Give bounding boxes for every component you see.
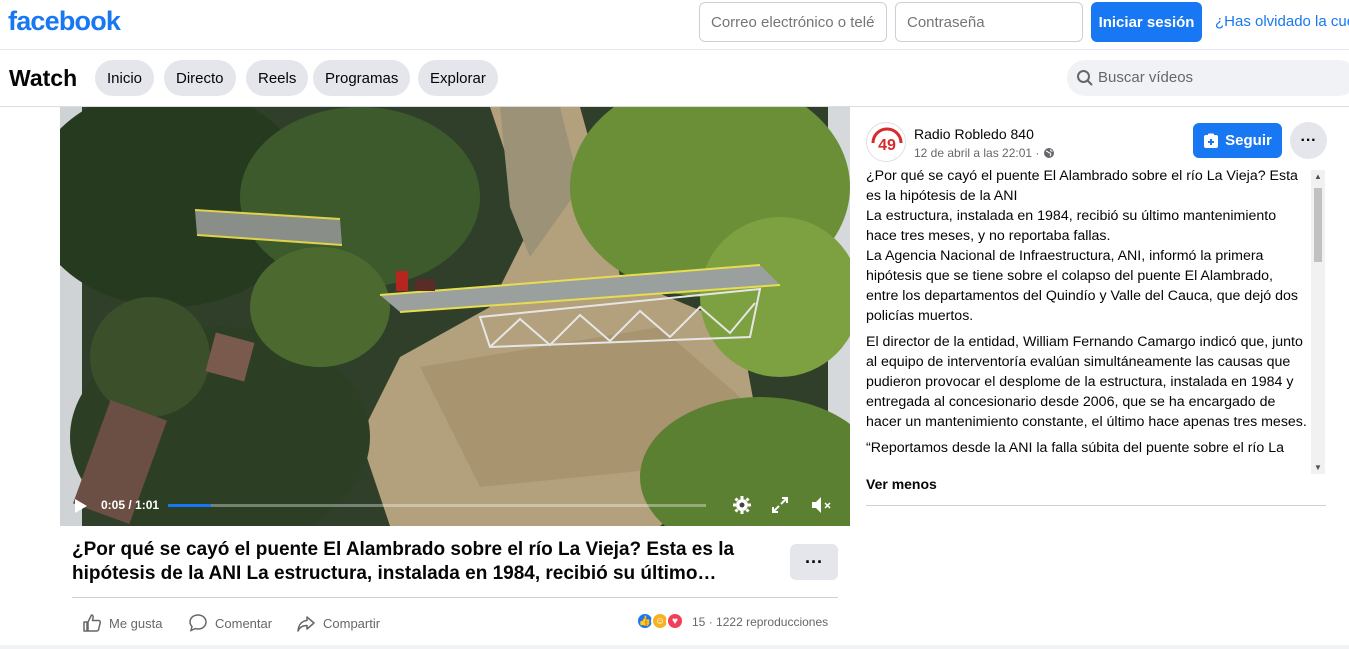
search-input[interactable]: Buscar vídeos — [1067, 60, 1349, 96]
description-paragraph: El director de la entidad, William Ferna… — [866, 334, 1307, 430]
see-less-link[interactable]: Ver menos — [866, 476, 937, 492]
globe-icon — [1044, 148, 1055, 158]
share-label: Compartir — [323, 615, 381, 631]
search-placeholder: Buscar vídeos — [1098, 69, 1194, 86]
avatar-text: 49 — [878, 137, 896, 154]
watch-nav: Watch Inicio Directo Reels Programas Exp… — [0, 51, 1349, 107]
watch-title: Watch — [9, 65, 78, 91]
page-avatar[interactable]: 49 — [866, 122, 906, 162]
like-label: Me gusta — [109, 615, 163, 631]
post-more-button[interactable]: ··· — [790, 544, 838, 580]
love-reaction-icon: ♥ — [666, 612, 684, 630]
description-scrollbar[interactable]: ▲ ▼ — [1311, 170, 1325, 474]
tab-inicio[interactable]: Inicio — [95, 60, 155, 96]
password-field[interactable] — [895, 2, 1083, 42]
page-options-button[interactable]: ··· — [1290, 122, 1327, 159]
fullscreen-icon[interactable] — [770, 495, 790, 515]
post-title: ¿Por qué se cayó el puente El Alambrado … — [72, 539, 735, 584]
divider — [866, 505, 1326, 506]
view-count: 1222 reproducciones — [716, 615, 829, 629]
play-icon[interactable] — [74, 498, 88, 514]
scroll-down-icon[interactable]: ▼ — [1314, 463, 1322, 472]
tab-directo[interactable]: Directo — [164, 60, 236, 96]
settings-icon[interactable] — [732, 495, 752, 515]
tab-programas[interactable]: Programas — [313, 60, 411, 96]
page-bottom-border — [0, 645, 1349, 649]
comment-label: Comentar — [215, 615, 273, 631]
top-bar: facebook Iniciar sesión ¿Has olvidado la… — [0, 0, 1349, 50]
mute-icon[interactable] — [810, 495, 834, 515]
video-time: 0:05 / 1:01 — [101, 498, 160, 512]
description-paragraph: ¿Por qué se cayó el puente El Alambrado … — [866, 168, 1298, 324]
post-date-text: 12 de abril a las 22:01 · — [914, 146, 1040, 160]
scroll-thumb[interactable] — [1314, 188, 1322, 262]
reactions[interactable]: 👍 ☺ ♥ — [636, 612, 684, 630]
progress-fill — [168, 504, 212, 507]
video-player[interactable]: 0:05 / 1:01 — [60, 107, 850, 526]
search-icon — [1077, 70, 1093, 86]
divider — [72, 597, 838, 598]
tab-reels[interactable]: Reels — [246, 60, 309, 96]
follow-label: Seguir — [1225, 132, 1272, 149]
login-button[interactable]: Iniciar sesión — [1091, 2, 1202, 42]
video-frame — [60, 107, 850, 526]
progress-bar[interactable] — [168, 504, 706, 507]
share-icon — [297, 616, 315, 632]
comment-button[interactable]: Comentar — [188, 612, 272, 634]
radio-logo-icon: 49 — [868, 124, 905, 161]
reaction-count[interactable]: 15 — [692, 615, 705, 629]
comment-icon — [189, 614, 207, 632]
tab-explorar[interactable]: Explorar — [418, 60, 498, 96]
post-date[interactable]: 12 de abril a las 22:01 · — [914, 146, 1055, 160]
follow-icon — [1204, 133, 1219, 148]
page-name[interactable]: Radio Robledo 840 — [914, 126, 1034, 142]
stats-separator: · — [708, 615, 717, 629]
post-stats: 15 · 1222 reproducciones — [692, 615, 828, 629]
follow-button[interactable]: Seguir — [1193, 123, 1282, 158]
facebook-logo[interactable]: facebook — [8, 6, 121, 37]
video-controls: 0:05 / 1:01 — [60, 486, 850, 526]
forgot-account-link[interactable]: ¿Has olvidado la cuenta? — [1215, 13, 1349, 30]
post-description: ¿Por qué se cayó el puente El Alambrado … — [866, 166, 1309, 474]
scroll-up-icon[interactable]: ▲ — [1314, 172, 1322, 181]
description-paragraph: “Reportamos desde la ANI la falla súbita… — [866, 440, 1284, 456]
email-field[interactable] — [699, 2, 887, 42]
like-button[interactable]: Me gusta — [82, 612, 162, 634]
like-icon — [83, 614, 102, 632]
share-button[interactable]: Compartir — [296, 612, 380, 634]
